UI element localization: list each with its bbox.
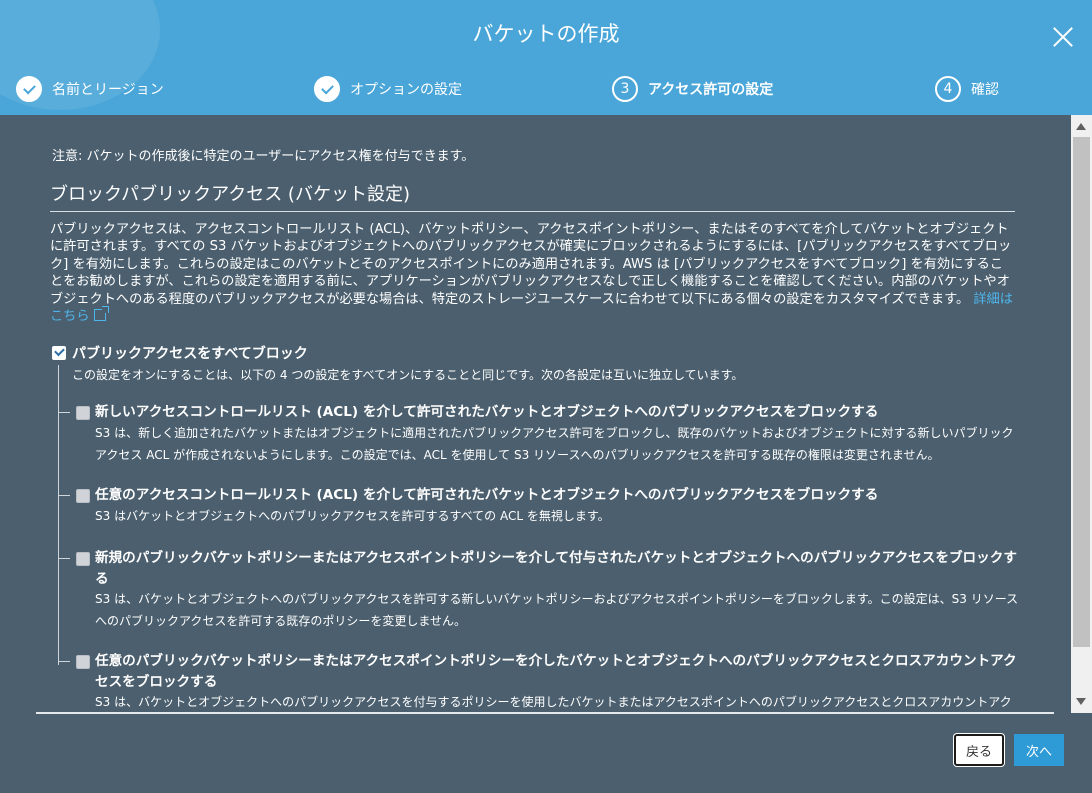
- option-checkbox[interactable]: [76, 406, 90, 420]
- note-text: 注意: バケットの作成後に特定のユーザーにアクセス権を付与できます。: [52, 149, 475, 164]
- tree-connector: [58, 365, 59, 665]
- divider: [50, 211, 1015, 212]
- option-title: 任意のアクセスコントロールリスト (ACL) を介して許可されたバケットとオブジ…: [95, 487, 879, 503]
- scroll-up-icon[interactable]: [1076, 123, 1086, 130]
- step-label: オプションの設定: [350, 82, 462, 98]
- step-label: アクセス許可の設定: [648, 82, 774, 98]
- step-label: 確認: [971, 82, 999, 98]
- scrollbar-thumb[interactable]: [1073, 137, 1090, 647]
- tree-connector: [58, 412, 70, 413]
- option-description: S3 は、バケットとオブジェクトへのパブリックアクセスを許可する新しいバケットポ…: [95, 592, 1019, 628]
- tree-connector: [58, 558, 70, 559]
- option-description: S3 は、バケットとオブジェクトへのパブリックアクセスを付与するポリシーを使用し…: [95, 695, 1012, 709]
- option-checkbox[interactable]: [76, 489, 90, 503]
- scrollbar[interactable]: [1071, 115, 1092, 713]
- option-description: S3 は、新しく追加されたバケットまたはオブジェクトに適用されたパブリックアクセ…: [95, 426, 1014, 462]
- wizard-steps: 名前とリージョン オプションの設定 3 アクセス許可の設定 4 確認: [0, 72, 1092, 106]
- modal-title: バケットの作成: [472, 22, 620, 46]
- block-all-description: この設定をオンにすることは、以下の 4 つの設定をすべてオンにすることと同じです…: [72, 368, 744, 382]
- step-number: 4: [935, 76, 961, 102]
- description-text: パブリックアクセスは、アクセスコントロールリスト (ACL)、バケットポリシー、…: [50, 222, 1012, 307]
- step-number: 3: [612, 76, 638, 102]
- step-review: 4 確認: [935, 72, 999, 106]
- option-checkbox[interactable]: [76, 552, 90, 566]
- scroll-down-icon[interactable]: [1076, 698, 1086, 705]
- footer-divider: [36, 712, 1054, 714]
- back-button[interactable]: 戻る: [954, 734, 1004, 766]
- check-circle-icon: [314, 76, 340, 102]
- option-title: 任意のパブリックバケットポリシーまたはアクセスポイントポリシーを介したバケットと…: [95, 653, 1017, 690]
- step-permissions: 3 アクセス許可の設定: [612, 72, 773, 106]
- option-checkbox[interactable]: [76, 655, 90, 669]
- step-name-region[interactable]: 名前とリージョン: [16, 72, 164, 106]
- step-options[interactable]: オプションの設定: [314, 72, 462, 106]
- step-label: 名前とリージョン: [52, 82, 164, 98]
- option-title: 新規のパブリックバケットポリシーまたはアクセスポイントポリシーを介して付与された…: [95, 550, 1017, 587]
- section-description: パブリックアクセスは、アクセスコントロールリスト (ACL)、バケットポリシー、…: [50, 221, 1016, 325]
- tree-connector: [58, 495, 70, 496]
- modal-content: 注意: バケットの作成後に特定のユーザーにアクセス権を付与できます。 ブロックパ…: [36, 115, 1068, 713]
- modal-header: バケットの作成 名前とリージョン オプションの設定 3 アクセス許可の設定 4 …: [0, 0, 1092, 115]
- section-title: ブロックパブリックアクセス (バケット設定): [50, 184, 410, 205]
- tree-connector: [58, 661, 70, 662]
- close-icon[interactable]: [1050, 24, 1076, 50]
- block-all-label[interactable]: パブリックアクセスをすべてブロック: [72, 343, 308, 363]
- next-button[interactable]: 次へ: [1014, 734, 1064, 766]
- external-link-icon: [93, 306, 109, 322]
- block-all-checkbox[interactable]: [52, 346, 66, 360]
- option-title: 新しいアクセスコントロールリスト (ACL) を介して許可されたバケットとオブジ…: [95, 404, 879, 420]
- option-description: S3 はバケットとオブジェクトへのパブリックアクセスを許可するすべての ACL …: [95, 509, 610, 523]
- check-circle-icon: [16, 76, 42, 102]
